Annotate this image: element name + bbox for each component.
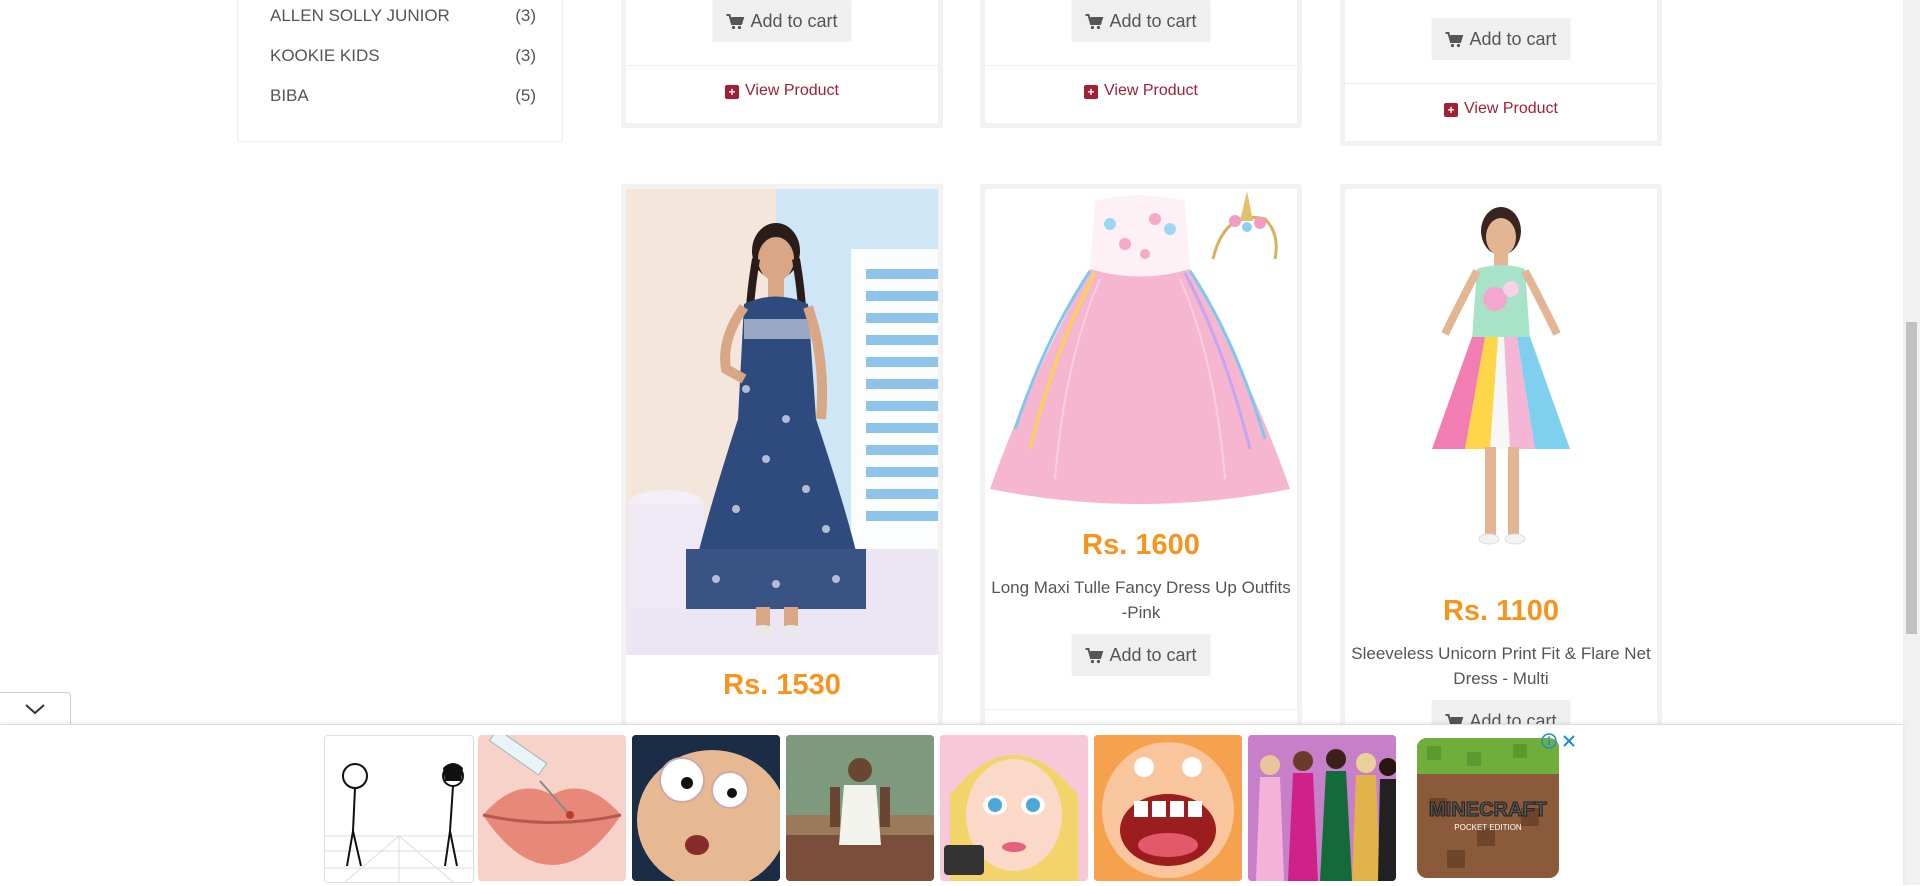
- product-card: Add to cart + View Product: [1340, 0, 1662, 146]
- product-card: Rs. 1530: [621, 184, 943, 744]
- product-image[interactable]: [1345, 189, 1657, 569]
- brand-filter-item[interactable]: KOOKIE KIDS (3): [270, 46, 536, 66]
- ad-collapse-button[interactable]: [0, 692, 71, 725]
- chevron-down-icon: [25, 704, 45, 715]
- product-price: Rs. 1600: [1082, 529, 1200, 561]
- scrollbar-thumb[interactable]: [1906, 322, 1917, 634]
- cart-icon: [726, 14, 745, 30]
- page-scrollbar[interactable]: [1903, 0, 1920, 885]
- product-card: Add to cart + View Product: [980, 0, 1302, 128]
- ad-tile-dressup-game[interactable]: [1248, 735, 1396, 881]
- brand-filter-item[interactable]: ALLEN SOLLY JUNIOR (3): [270, 6, 536, 26]
- cart-icon: [1085, 14, 1104, 30]
- product-name[interactable]: Sleeveless Unicorn Print Fit & Flare Net…: [1345, 641, 1657, 691]
- brand-name[interactable]: KOOKIE KIDS: [270, 46, 380, 66]
- cart-icon: [1085, 648, 1104, 664]
- ad-tile-makeup-game[interactable]: [940, 735, 1088, 881]
- product-card: Add to cart + View Product: [621, 0, 943, 128]
- add-to-cart-button[interactable]: Add to cart: [1431, 18, 1571, 60]
- ad-tile-dentist-game[interactable]: [1094, 735, 1242, 881]
- svg-text:POCKET EDITION: POCKET EDITION: [1454, 823, 1522, 832]
- add-to-cart-button[interactable]: Add to cart: [712, 0, 852, 42]
- product-price: Rs. 1530: [723, 669, 841, 701]
- brand-name[interactable]: BIBA: [270, 86, 309, 106]
- ad-tile-gta-game[interactable]: [786, 735, 934, 881]
- ad-info-icon[interactable]: [1541, 733, 1557, 752]
- brand-count: (3): [515, 6, 536, 25]
- brand-filter-item[interactable]: BIBA (5): [270, 86, 536, 106]
- product-image[interactable]: [985, 189, 1297, 509]
- ad-tile-stickman-game[interactable]: [324, 735, 474, 883]
- product-image[interactable]: [626, 189, 938, 655]
- product-name[interactable]: Long Maxi Tulle Fancy Dress Up Outfits -…: [985, 575, 1297, 625]
- view-product-link[interactable]: + View Product: [626, 65, 938, 116]
- ad-tile-minecraft[interactable]: MINECRAFT POCKET EDITION: [1417, 738, 1559, 878]
- plus-square-icon: +: [1444, 103, 1458, 117]
- cart-icon: [1445, 32, 1464, 48]
- add-to-cart-button[interactable]: Add to cart: [1071, 634, 1211, 676]
- svg-text:MINECRAFT: MINECRAFT: [1429, 799, 1547, 821]
- brand-count: (5): [515, 86, 536, 105]
- brand-count: (3): [515, 46, 536, 65]
- product-card: Rs. 1100 Sleeveless Unicorn Print Fit & …: [1340, 184, 1662, 744]
- plus-square-icon: +: [1084, 85, 1098, 99]
- view-product-link[interactable]: + View Product: [985, 65, 1297, 116]
- ad-tile-face-game[interactable]: [632, 735, 780, 881]
- ad-tile-lips-game[interactable]: [478, 735, 626, 881]
- view-product-link[interactable]: + View Product: [1345, 83, 1657, 134]
- brand-name[interactable]: ALLEN SOLLY JUNIOR: [270, 6, 450, 26]
- brand-filter-panel: ALLEN SOLLY JUNIOR (3) KOOKIE KIDS (3) B…: [237, 0, 563, 142]
- product-card: Rs. 1600 Long Maxi Tulle Fancy Dress Up …: [980, 184, 1302, 744]
- plus-square-icon: +: [725, 85, 739, 99]
- product-price: Rs. 1100: [1442, 595, 1560, 627]
- ad-close-icon[interactable]: [1561, 733, 1577, 752]
- add-to-cart-button[interactable]: Add to cart: [1071, 0, 1211, 42]
